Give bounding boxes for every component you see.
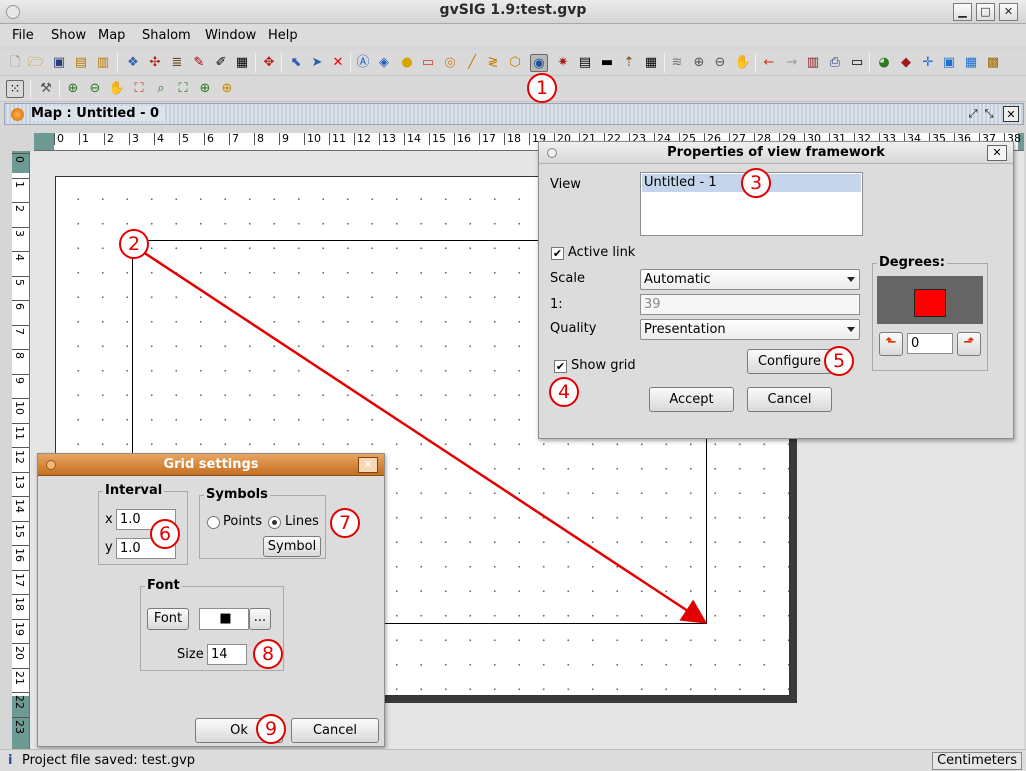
- status-bar: i Project file saved: test.gvp Centimete…: [0, 749, 1026, 771]
- grid-close-button[interactable]: ✕: [358, 457, 378, 473]
- size-label: Size: [177, 647, 204, 662]
- grid-settings-dialog: Grid settings ✕ Interval x 1.0 y 1.0 Sym…: [37, 453, 385, 747]
- info-icon: i: [8, 753, 13, 768]
- degrees-label: Degrees:: [877, 255, 947, 270]
- accept-button[interactable]: Accept: [649, 387, 734, 412]
- grid-settings-title: Grid settings: [163, 457, 259, 472]
- points-radio[interactable]: [207, 516, 220, 529]
- symbols-label: Symbols: [204, 487, 270, 502]
- properties-dialog-titlebar: Properties of view framework ✕: [539, 142, 1013, 164]
- rotation-preview: [877, 276, 983, 324]
- ratio-input[interactable]: 39: [640, 294, 860, 315]
- font-button[interactable]: Font: [147, 608, 189, 630]
- callout-7: 7: [330, 508, 360, 538]
- font-more-button[interactable]: ...: [249, 608, 271, 630]
- degrees-group: Degrees: ⬑ 0 ⬏: [872, 255, 988, 371]
- callout-3: 3: [741, 168, 771, 198]
- rotation-preview-square: [914, 289, 946, 317]
- properties-close-button[interactable]: ✕: [987, 145, 1007, 161]
- quality-label: Quality: [550, 321, 597, 336]
- units-display[interactable]: Centimeters: [932, 752, 1022, 770]
- active-link-checkbox[interactable]: ✔: [551, 247, 564, 260]
- lines-radio[interactable]: [268, 516, 281, 529]
- degrees-input[interactable]: 0: [907, 333, 953, 354]
- quality-select-value: Presentation: [644, 322, 726, 337]
- properties-dialog-title: Properties of view framework: [667, 145, 885, 160]
- scale-select-value: Automatic: [644, 272, 711, 287]
- symbols-group: Symbols Points Lines Symbol: [199, 487, 326, 559]
- x-label: x: [105, 512, 113, 527]
- cancel-button[interactable]: Cancel: [747, 387, 832, 412]
- callout-1: 1: [527, 73, 557, 103]
- font-preview: ■: [199, 608, 249, 630]
- show-grid-checkbox[interactable]: ✔: [554, 360, 567, 373]
- symbol-button[interactable]: Symbol: [263, 536, 321, 557]
- configure-button[interactable]: Configure: [747, 349, 832, 374]
- active-link-label: Active link: [568, 245, 636, 260]
- callout-8: 8: [253, 639, 283, 669]
- properties-dialog: Properties of view framework ✕ View Unti…: [538, 141, 1014, 439]
- font-size-input[interactable]: 14: [207, 644, 247, 665]
- grid-cancel-button[interactable]: Cancel: [291, 718, 379, 743]
- y-label: y: [105, 540, 113, 555]
- scale-label: Scale: [550, 271, 585, 286]
- rotate-left-button[interactable]: ⬑: [879, 332, 903, 356]
- rotate-right-button[interactable]: ⬏: [957, 332, 981, 356]
- interval-label: Interval: [103, 483, 165, 498]
- lines-label: Lines: [285, 514, 319, 529]
- callout-6: 6: [150, 519, 180, 549]
- show-grid-label: Show grid: [571, 358, 636, 373]
- points-label: Points: [223, 514, 263, 529]
- callout-5: 5: [824, 346, 854, 376]
- grid-settings-titlebar: Grid settings ✕: [38, 454, 384, 476]
- callout-2: 2: [119, 229, 149, 259]
- scale-select[interactable]: Automatic: [640, 269, 860, 290]
- callout-4: 4: [549, 377, 579, 407]
- view-label: View: [550, 177, 581, 192]
- ratio-label: 1:: [550, 297, 563, 312]
- status-message: Project file saved: test.gvp: [22, 753, 196, 768]
- font-group-label: Font: [145, 578, 182, 593]
- callout-9: 9: [256, 714, 286, 744]
- quality-select[interactable]: Presentation: [640, 319, 860, 340]
